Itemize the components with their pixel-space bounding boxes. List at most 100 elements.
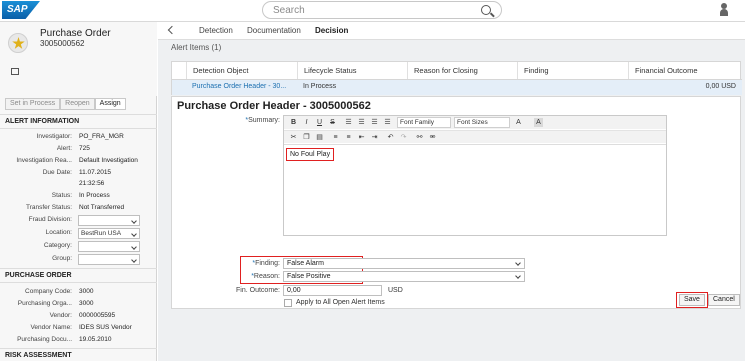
category-select[interactable] — [78, 241, 140, 252]
finding-select[interactable]: False Alarm — [283, 258, 525, 269]
field-vendor-name: Vendor Name: IDES SUS Vendor — [30, 324, 132, 331]
object-sidebar: Purchase Order 3005000562 Set in Process… — [0, 22, 157, 361]
field-status: Status: In Process — [51, 192, 110, 199]
field-category: Category: — [0, 241, 157, 252]
back-icon[interactable] — [167, 25, 177, 35]
column-header[interactable]: Detection Object — [187, 62, 298, 79]
field-location: Location: BestRun USA — [0, 228, 157, 239]
field-investigation-reason: Investigation Rea... Default Investigatio… — [16, 157, 138, 164]
search-icon[interactable] — [481, 5, 491, 15]
finding-label: *Finding: — [252, 260, 280, 267]
font-color-icon[interactable]: A — [514, 118, 523, 127]
field-alert: Alert: 725 — [56, 145, 90, 152]
tab-decision[interactable]: Decision — [315, 26, 348, 35]
search-placeholder: Search — [273, 5, 305, 16]
divider — [0, 128, 157, 129]
alert-items-table: Detection Object Lifecycle Status Reason… — [171, 61, 742, 95]
field-group: Group: — [0, 254, 157, 265]
bullet-list-icon[interactable]: ≡ — [331, 133, 340, 142]
set-in-process-button[interactable]: Set in Process — [5, 98, 61, 110]
alert-info-title: ALERT INFORMATION — [5, 118, 80, 125]
cut-icon[interactable]: ✂ — [289, 133, 298, 142]
table-row[interactable]: Purchase Order Header - 30... In Process… — [172, 79, 742, 95]
bold-icon[interactable]: B — [289, 118, 298, 127]
column-header[interactable]: Lifecycle Status — [298, 62, 408, 79]
currency-label: USD — [388, 287, 403, 294]
underline-icon[interactable]: U — [315, 118, 324, 127]
summary-editor: B I U S ☰ ☰ ☰ ☰ Font Family Font Sizes A… — [283, 115, 667, 236]
fraud-division-select[interactable] — [78, 215, 140, 226]
summary-text: No Foul Play — [290, 151, 331, 158]
tab-bar: Detection Documentation Decision — [158, 22, 745, 40]
select-column — [172, 62, 187, 79]
font-family-select[interactable]: Font Family — [397, 117, 451, 128]
summary-label: *Summary: — [245, 117, 280, 124]
field-due-time: 21:32:56 — [79, 180, 105, 187]
reopen-button[interactable]: Reopen — [60, 98, 95, 110]
italic-icon[interactable]: I — [302, 118, 311, 127]
tab-detection[interactable]: Detection — [199, 26, 233, 35]
purchase-order-title: PURCHASE ORDER — [5, 272, 72, 279]
apply-all-checkbox[interactable] — [284, 299, 292, 307]
link-icon[interactable]: ⚯ — [415, 133, 424, 142]
content-area: Detection Documentation Decision Alert I… — [158, 22, 745, 361]
location-select[interactable]: BestRun USA — [78, 228, 140, 239]
object-number: 3005000562 — [40, 39, 85, 48]
editor-toolbar-2: ✂ ❐ ▤ ≡ ≡ ⇤ ⇥ ↶ ↷ ⚯ ⚮ — [284, 130, 666, 143]
reason-label: *Reason: — [251, 273, 280, 280]
field-due-date: Due Date: 11.07.2015 — [42, 169, 112, 176]
lifecycle-status-cell: In Process — [303, 83, 337, 90]
undo-icon[interactable]: ↶ — [386, 133, 395, 142]
detection-object-link[interactable]: Purchase Order Header - 30... — [192, 83, 286, 90]
financial-outcome-cell: 0,00 USD — [705, 83, 736, 90]
highlight-color-icon[interactable]: A — [534, 118, 543, 127]
field-purchasing-doc: Purchasing Docu... 19.05.2010 — [17, 336, 112, 343]
numbered-list-icon[interactable]: ≡ — [344, 133, 353, 142]
star-icon — [8, 33, 28, 53]
divider — [0, 268, 157, 269]
outcome-input[interactable]: 0,00 — [283, 285, 382, 296]
search-input[interactable]: Search — [262, 1, 502, 19]
field-investigator: Investigator: PO_FRA_MGR — [36, 133, 124, 140]
user-icon[interactable] — [720, 3, 728, 16]
align-center-icon[interactable]: ☰ — [357, 118, 366, 127]
divider — [0, 282, 157, 283]
group-select[interactable] — [78, 254, 140, 265]
apply-all-label: Apply to All Open Alert Items — [296, 299, 385, 306]
save-button[interactable]: Save — [679, 294, 705, 306]
column-header[interactable]: Reason for Closing — [408, 62, 518, 79]
align-right-icon[interactable]: ☰ — [370, 118, 379, 127]
divider — [0, 114, 157, 115]
sap-logo: SAP — [2, 1, 40, 19]
outcome-label: Fin. Outcome: — [236, 287, 280, 294]
object-header: Purchase Order 3005000562 — [0, 22, 157, 96]
strikethrough-icon[interactable]: S — [328, 118, 337, 127]
align-left-icon[interactable]: ☰ — [344, 118, 353, 127]
cancel-button[interactable]: Cancel — [708, 294, 740, 306]
field-transfer-status: Transfer Status: Not Transferred — [26, 204, 125, 211]
editor-toolbar: B I U S ☰ ☰ ☰ ☰ Font Family Font Sizes A… — [284, 116, 666, 129]
divider — [0, 348, 157, 349]
object-title: Purchase Order — [40, 28, 111, 39]
redo-icon[interactable]: ↷ — [399, 133, 408, 142]
paste-icon[interactable]: ▤ — [315, 133, 324, 142]
column-header[interactable]: Financial Outcome — [629, 62, 742, 79]
outdent-icon[interactable]: ⇤ — [357, 133, 366, 142]
indent-icon[interactable]: ⇥ — [370, 133, 379, 142]
font-sizes-select[interactable]: Font Sizes — [454, 117, 510, 128]
alert-items-caption: Alert Items (1) — [171, 43, 222, 52]
shell-header: SAP Search — [0, 0, 745, 22]
justify-icon[interactable]: ☰ — [383, 118, 392, 127]
field-purchasing-org: Purchasing Orga... 3000 — [17, 300, 94, 307]
field-fraud-division: Fraud Division: — [0, 215, 157, 226]
reason-select[interactable]: False Positive — [283, 271, 525, 282]
unlink-icon[interactable]: ⚮ — [428, 133, 437, 142]
assign-button[interactable]: Assign — [94, 98, 126, 110]
copy-icon[interactable]: ❐ — [302, 133, 311, 142]
summary-text-area[interactable]: No Foul Play — [284, 144, 666, 236]
copy-icon[interactable] — [11, 68, 19, 75]
decision-form: Purchase Order Header - 3005000562 *Summ… — [171, 96, 741, 309]
tab-documentation[interactable]: Documentation — [247, 26, 301, 35]
column-header[interactable]: Finding — [518, 62, 629, 79]
field-company-code: Company Code: 3000 — [25, 288, 94, 295]
